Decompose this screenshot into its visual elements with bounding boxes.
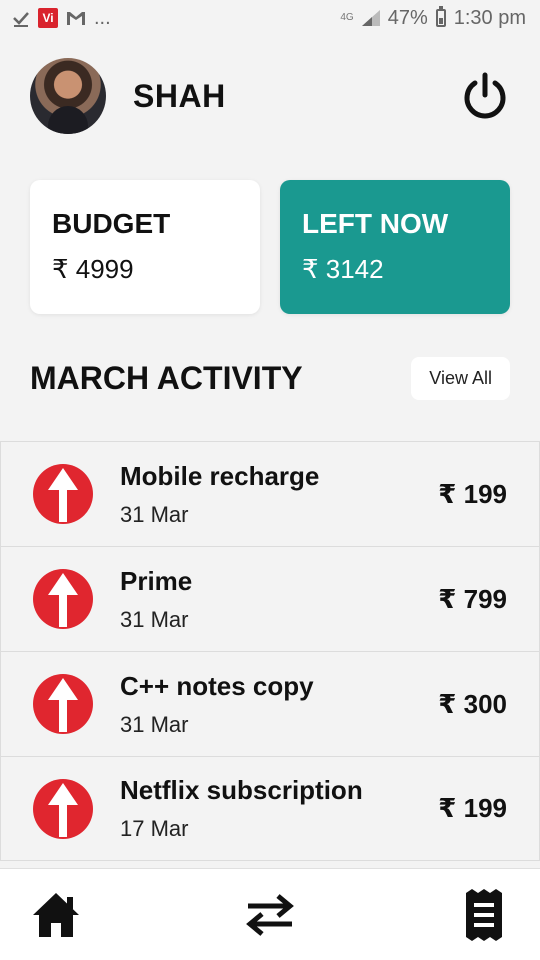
arrow-up-icon [33,464,93,524]
left-now-label: LEFT NOW [302,208,449,239]
gmail-icon [67,12,85,25]
summary-cards: BUDGET ₹ 4999 LEFT NOW ₹ 3142 [30,180,510,314]
power-button[interactable] [460,71,510,121]
power-icon [464,72,506,119]
home-icon [33,892,79,937]
list-item-amount: ₹ 300 [438,688,507,719]
avatar[interactable] [30,58,106,134]
nav-home-button[interactable] [30,889,82,941]
battery-icon [435,6,446,27]
list-item-title: Mobile recharge [120,460,320,491]
arrow-up-icon [33,569,93,629]
list-item[interactable]: Netflix subscription 17 Mar ₹ 199 [0,756,540,861]
user-name: SHAH [133,77,226,114]
budget-value: ₹ 4999 [52,254,134,284]
list-item-date: 31 Mar [120,501,189,527]
list-item-text: C++ notes copy 31 Mar [120,671,438,738]
list-item-date: 31 Mar [120,606,189,632]
list-item-amount: ₹ 199 [438,478,507,509]
bottom-nav [0,868,540,960]
list-item-date: 17 Mar [120,816,189,841]
status-right: 4G 47% 1:30 pm [340,6,526,30]
vi-icon: Vi [38,8,58,28]
status-time: 1:30 pm [453,6,526,29]
left-now-card[interactable]: LEFT NOW ₹ 3142 [280,180,510,314]
list-item[interactable]: Mobile recharge 31 Mar ₹ 199 [0,441,540,546]
list-item-text: Netflix subscription 17 Mar [120,775,438,842]
status-bar: Vi ... 4G 47% 1:30 pm [0,0,540,36]
list-item-date: 31 Mar [120,711,189,737]
profile-header: SHAH [30,58,510,134]
budget-label: BUDGET [52,208,171,239]
left-now-value: ₹ 3142 [302,254,384,284]
transfer-icon [246,893,294,936]
view-all-button[interactable]: View All [411,356,510,400]
list-item-text: Prime 31 Mar [120,566,438,633]
network-type: 4G [340,12,354,23]
list-item[interactable]: Prime 31 Mar ₹ 799 [0,546,540,651]
arrow-up-icon [33,778,93,839]
activity-title: MARCH ACTIVITY [30,359,303,396]
list-item-title: C++ notes copy [120,670,314,701]
arrow-up-icon [33,674,93,734]
list-item-title: Prime [120,565,193,596]
list-item[interactable]: C++ notes copy 31 Mar ₹ 300 [0,651,540,756]
status-left: Vi ... [12,7,111,30]
list-item-amount: ₹ 199 [438,793,507,823]
activity-header: MARCH ACTIVITY View All [30,356,510,400]
list-item-amount: ₹ 799 [438,583,507,614]
budget-card[interactable]: BUDGET ₹ 4999 [30,180,260,314]
activity-list: Mobile recharge 31 Mar ₹ 199 Prime 31 Ma… [0,441,540,861]
list-item-text: Mobile recharge 31 Mar [120,461,438,528]
receipt-icon [466,888,502,941]
signal-icon [361,10,380,26]
battery-percent: 47% [387,6,428,29]
nav-receipt-button[interactable] [458,888,510,941]
list-item-title: Netflix subscription [120,775,363,805]
check-icon [13,12,29,27]
nav-transfer-button[interactable] [244,889,296,941]
more-notifications-text: ... [94,6,111,29]
